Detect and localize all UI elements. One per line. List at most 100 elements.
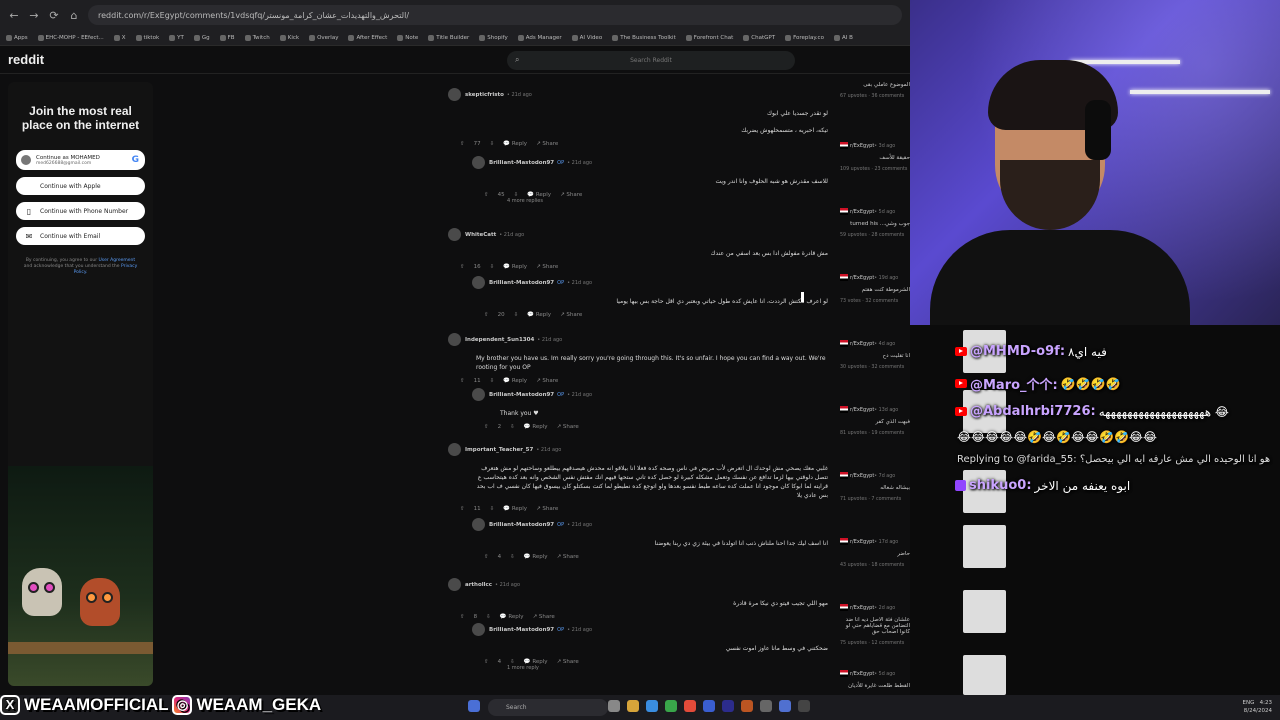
username[interactable]: Brilliant-Mastodon97 bbox=[489, 160, 554, 166]
avatar[interactable] bbox=[472, 388, 485, 401]
upvote-icon[interactable]: ⇧ bbox=[484, 659, 489, 665]
bookmark-item[interactable]: EHC-MOHP - EEfect... bbox=[37, 34, 104, 41]
user-agreement-link[interactable]: User Agreement bbox=[98, 258, 135, 263]
related-post[interactable]: r/ExEgypt• 13d ago فبهت الذي كفر 81 upvote… bbox=[840, 406, 910, 436]
downvote-icon[interactable]: ⇩ bbox=[490, 378, 495, 384]
related-post-title[interactable]: حاضر bbox=[840, 551, 910, 557]
app-icon[interactable] bbox=[760, 700, 772, 712]
share-button[interactable]: ↗ Share bbox=[533, 614, 555, 620]
related-post-title[interactable]: الموضوع عاملي بقى bbox=[840, 82, 910, 88]
taskbar-search[interactable]: Search bbox=[488, 699, 608, 716]
continue-google-button[interactable]: Continue as MOHAMED med626688@gmail.com … bbox=[16, 150, 145, 170]
share-button[interactable]: ↗ Share bbox=[560, 312, 582, 318]
reddit-logo[interactable]: reddit bbox=[8, 52, 44, 67]
app-icon[interactable] bbox=[798, 700, 810, 712]
bookmark-item[interactable]: Gg bbox=[193, 34, 210, 41]
language-indicator[interactable]: ENG bbox=[1243, 700, 1255, 706]
downvote-icon[interactable]: ⇩ bbox=[510, 424, 515, 430]
app-icon[interactable] bbox=[779, 700, 791, 712]
continue-apple-button[interactable]: Continue with Apple bbox=[16, 177, 145, 195]
folder-icon[interactable] bbox=[627, 700, 639, 712]
avatar[interactable] bbox=[448, 333, 461, 346]
related-post[interactable]: r/ExEgypt• 3d ago حقيقة للأسف 109 upvotes … bbox=[840, 142, 910, 172]
edge-icon[interactable] bbox=[646, 700, 658, 712]
bookmark-item[interactable]: YT bbox=[169, 34, 184, 41]
username[interactable]: arthollcc bbox=[465, 582, 492, 588]
app-icon[interactable] bbox=[741, 700, 753, 712]
bookmark-item[interactable]: Ads Manager bbox=[517, 34, 562, 41]
clock[interactable]: 4:23 bbox=[1260, 700, 1272, 706]
share-button[interactable]: ↗ Share bbox=[557, 659, 579, 665]
task-view-icon[interactable] bbox=[608, 700, 620, 712]
reply-button[interactable]: 💬 Reply bbox=[524, 554, 548, 560]
subreddit-name[interactable]: r/ExEgypt bbox=[850, 275, 874, 281]
related-post-title[interactable]: علشان فئة الاصل ديه انا ضد التضامن مع قض… bbox=[840, 617, 910, 635]
related-post[interactable]: r/ExEgypt• 17d ago حاضر 43 upvotes · 18 co… bbox=[840, 538, 910, 568]
chrome-icon[interactable] bbox=[665, 700, 677, 712]
upvote-icon[interactable]: ⇧ bbox=[460, 264, 465, 270]
related-post-title[interactable]: حقيقة للأسف bbox=[840, 155, 910, 161]
bookmark-item[interactable]: Overlay bbox=[309, 34, 338, 41]
related-post-title[interactable]: turned his ...جوب وشي bbox=[840, 221, 910, 227]
avatar[interactable] bbox=[472, 276, 485, 289]
subreddit-name[interactable]: r/ExEgypt bbox=[850, 605, 874, 611]
bookmark-item[interactable]: After Effect bbox=[348, 34, 387, 41]
share-button[interactable]: ↗ Share bbox=[536, 506, 558, 512]
subreddit-name[interactable]: r/ExEgypt bbox=[850, 671, 874, 677]
downvote-icon[interactable]: ⇩ bbox=[510, 554, 515, 560]
related-post-title[interactable]: بيشاله شغاله bbox=[840, 485, 910, 491]
bookmark-item[interactable]: Kick bbox=[279, 34, 299, 41]
reply-button[interactable]: 💬 Reply bbox=[503, 264, 527, 270]
username[interactable]: WhiteCatt bbox=[465, 232, 496, 238]
app-icon[interactable] bbox=[703, 700, 715, 712]
search-input[interactable]: ⌕ Search Reddit bbox=[507, 51, 795, 70]
related-post-title[interactable]: الشرموطة كنت هقتم bbox=[840, 287, 910, 293]
bookmark-item[interactable]: FB bbox=[219, 34, 235, 41]
address-input[interactable]: reddit.com/r/ExEgypt/comments/1vdsqfq/ال… bbox=[88, 5, 902, 25]
reply-button[interactable]: 💬 Reply bbox=[524, 424, 548, 430]
bookmark-item[interactable]: AI B bbox=[833, 34, 853, 41]
share-button[interactable]: ↗ Share bbox=[536, 141, 558, 147]
related-post[interactable]: r/ExEgypt• 5d ago القطط طلعت غايرة للأديا… bbox=[840, 670, 910, 695]
related-post-title[interactable]: انا تقليت دح bbox=[840, 353, 910, 359]
subreddit-name[interactable]: r/ExEgypt bbox=[850, 473, 874, 479]
bookmark-item[interactable]: Foreplay.co bbox=[785, 34, 824, 41]
username[interactable]: Brilliant-Mastodon97 bbox=[489, 280, 554, 286]
more-replies-link[interactable]: 1 more reply bbox=[472, 665, 833, 671]
related-post-title[interactable]: القطط طلعت غايرة للأديان bbox=[840, 683, 910, 689]
subreddit-name[interactable]: r/ExEgypt bbox=[850, 341, 874, 347]
subreddit-name[interactable]: r/ExEgypt bbox=[850, 209, 874, 215]
bookmark-item[interactable]: tiktok bbox=[135, 34, 159, 41]
premiere-icon[interactable] bbox=[722, 700, 734, 712]
avatar[interactable] bbox=[472, 156, 485, 169]
share-button[interactable]: ↗ Share bbox=[560, 192, 582, 198]
downvote-icon[interactable]: ⇩ bbox=[490, 141, 495, 147]
bookmark-item[interactable]: X bbox=[113, 34, 126, 41]
upvote-icon[interactable]: ⇧ bbox=[460, 506, 465, 512]
windows-start-icon[interactable] bbox=[468, 700, 480, 712]
upvote-icon[interactable]: ⇧ bbox=[484, 554, 489, 560]
bookmark-item[interactable]: Apps bbox=[6, 34, 28, 41]
related-post[interactable]: الموضوع عاملي بقى 67 upvotes · 36 comment… bbox=[840, 76, 910, 99]
upvote-icon[interactable]: ⇧ bbox=[460, 378, 465, 384]
downvote-icon[interactable]: ⇩ bbox=[486, 614, 491, 620]
avatar[interactable] bbox=[472, 518, 485, 531]
bookmark-item[interactable]: Note bbox=[397, 34, 418, 41]
reply-button[interactable]: 💬 Reply bbox=[503, 378, 527, 384]
avatar[interactable] bbox=[448, 443, 461, 456]
related-post-title[interactable]: فبهت الذي كفر bbox=[840, 419, 910, 425]
avatar[interactable] bbox=[472, 623, 485, 636]
downvote-icon[interactable]: ⇩ bbox=[490, 264, 495, 270]
bookmark-item[interactable]: AI Video bbox=[571, 34, 602, 41]
reply-button[interactable]: 💬 Reply bbox=[503, 141, 527, 147]
reply-button[interactable]: 💬 Reply bbox=[500, 614, 524, 620]
upvote-icon[interactable]: ⇧ bbox=[484, 312, 489, 318]
reply-button[interactable]: 💬 Reply bbox=[527, 312, 551, 318]
share-button[interactable]: ↗ Share bbox=[557, 424, 579, 430]
continue-phone-button[interactable]: ▯ Continue with Phone Number bbox=[16, 202, 145, 220]
continue-email-button[interactable]: ✉ Continue with Email bbox=[16, 227, 145, 245]
forward-icon[interactable]: → bbox=[28, 9, 40, 22]
upvote-icon[interactable]: ⇧ bbox=[460, 614, 465, 620]
reply-button[interactable]: 💬 Reply bbox=[503, 506, 527, 512]
bookmark-item[interactable]: ChatGPT bbox=[743, 34, 775, 41]
